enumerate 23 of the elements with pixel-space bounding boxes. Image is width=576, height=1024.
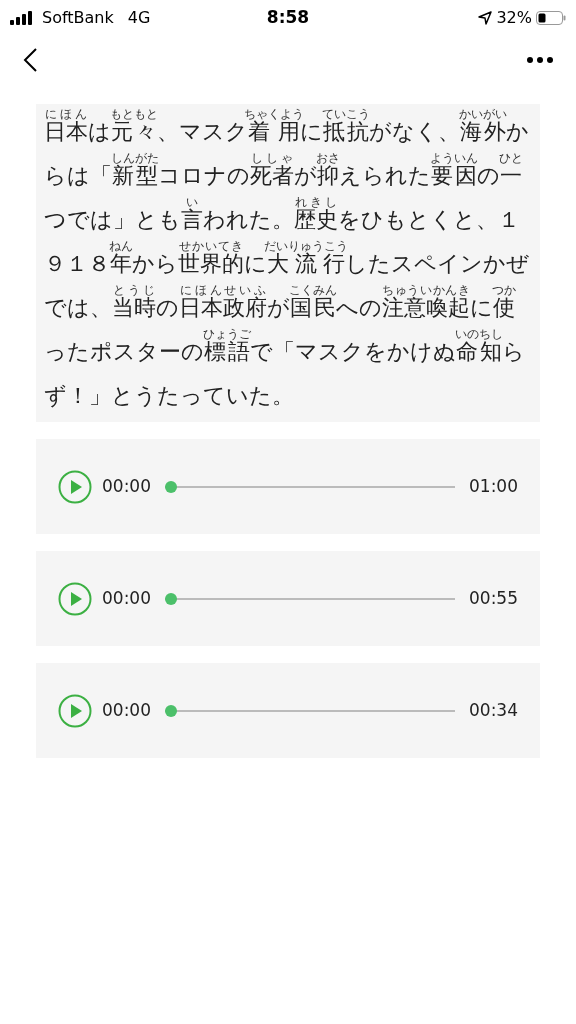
play-button[interactable] [58,581,92,616]
carrier-name: SoftBank [42,7,114,29]
article-text: 日本 にほん は元々 もともと 、マスク 着用 ちゃくよう に抵抗 ていこう がなく、海外 かいがい からは「新型 しんがた コロナの死者 ししゃ が抑 おさ えられた要因 よういん の一 ひと つでは」とも言 い われた。歴史 れきし をひもとくと、１９１８ 年 ねん から世界的 せかいてき に大流行 だいりゅうこう したスペインかぜでは、当時 とうじ の 日本政府 にほんせいふ が国民 こくみん への注意喚起 ちゅういかんき に使 つか ったポスターの標語 ひょうご で「マスクをかけぬ命知 いのちし らず！」とうたっていた。 [44,108,530,410]
duration-time: 01:00 [469,474,518,498]
duration-time: 00:34 [469,698,518,722]
duration-time: 00:55 [469,586,518,610]
progress-thumb[interactable] [165,704,177,717]
network-type: 4G [127,7,151,29]
battery-icon [536,11,566,25]
progress-slider[interactable] [165,480,455,493]
battery-percent: 32% [496,7,532,29]
progress-slider[interactable] [165,592,455,605]
current-time: 00:00 [102,698,151,722]
play-button[interactable] [58,693,92,728]
clock-time: 8:58 [266,6,310,30]
location-arrow-icon [478,11,493,25]
more-button[interactable] [524,54,556,66]
progress-slider[interactable] [165,704,455,717]
progress-thumb[interactable] [165,592,177,605]
current-time: 00:00 [102,586,151,610]
progress-thumb[interactable] [165,480,177,493]
play-button[interactable] [58,469,92,504]
current-time: 00:00 [102,474,151,498]
